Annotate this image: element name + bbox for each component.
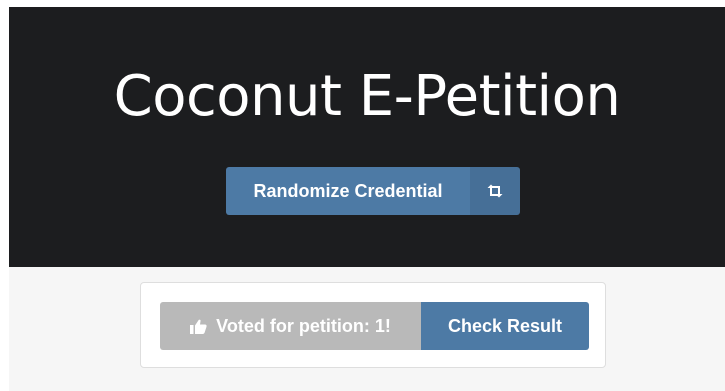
- randomize-icon-button[interactable]: [470, 167, 520, 215]
- randomize-button-group: Randomize Credential: [226, 167, 520, 215]
- retweet-icon: [486, 184, 504, 198]
- voted-status-button: Voted for petition: 1!: [160, 302, 421, 350]
- voting-card: Voted for petition: 1! Check Result: [140, 282, 606, 368]
- page-title: Coconut E-Petition: [113, 64, 621, 129]
- thumbs-up-icon: [190, 319, 207, 334]
- check-result-button[interactable]: Check Result: [421, 302, 589, 350]
- randomize-credential-button[interactable]: Randomize Credential: [226, 167, 470, 215]
- vote-button-group: Voted for petition: 1! Check Result: [160, 302, 589, 350]
- page: Coconut E-Petition Randomize Credential: [0, 0, 725, 391]
- hero-banner: Coconut E-Petition Randomize Credential: [9, 7, 725, 267]
- voted-status-label: Voted for petition: 1!: [216, 315, 391, 336]
- voting-section: Voted for petition: 1! Check Result: [9, 267, 725, 391]
